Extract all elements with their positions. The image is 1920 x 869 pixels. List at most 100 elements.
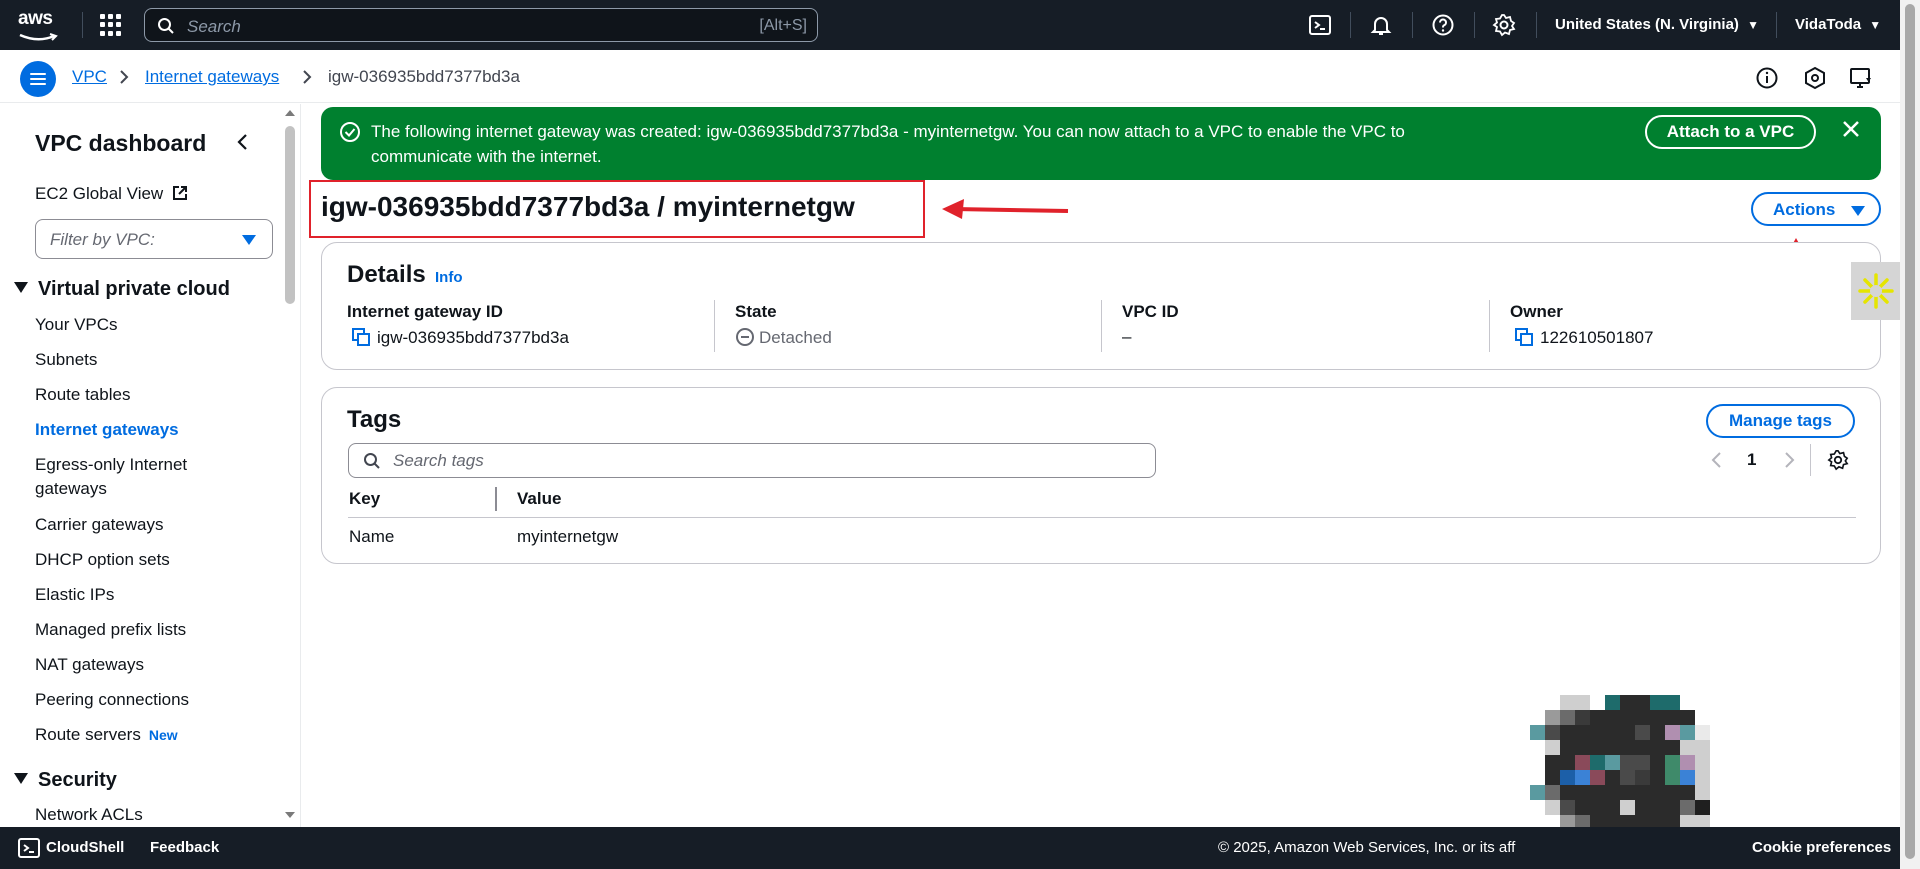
chevron-right-icon [120, 70, 129, 84]
external-link-icon [172, 186, 187, 200]
breadcrumb-internet-gateways[interactable]: Internet gateways [145, 67, 279, 87]
owner-value: 122610501807 [1514, 327, 1653, 348]
cloudshell-link[interactable]: CloudShell [46, 839, 124, 856]
vpc-filter-select[interactable]: Filter by VPC: [35, 219, 273, 259]
copyright-text: © 2025, Amazon Web Services, Inc. or its… [1218, 839, 1516, 856]
bell-icon[interactable] [1369, 13, 1393, 37]
sidebar-divider [300, 104, 301, 827]
igw-id-value: igw-036935bdd7377bd3a [351, 327, 569, 348]
cookie-preferences-link[interactable]: Cookie preferences [1752, 839, 1891, 856]
caret-down-icon [1851, 206, 1865, 216]
vpc-id-label: VPC ID [1122, 302, 1179, 321]
account-menu[interactable]: VidaToda ▼ [1795, 16, 1881, 33]
top-navigation: aws Search [Alt+S] United States (N. Vir… [0, 0, 1920, 50]
sidebar-item-nat-gateways[interactable]: NAT gateways [35, 655, 144, 675]
caret-down-icon [242, 235, 256, 245]
cloudshell-icon[interactable] [18, 838, 40, 858]
search-shortcut: [Alt+S] [759, 17, 807, 34]
sidebar-item-dhcp-option-sets[interactable]: DHCP option sets [35, 550, 170, 570]
close-icon[interactable] [1841, 119, 1861, 139]
owner-label: Owner [1510, 302, 1563, 321]
chevron-down-icon: ▼ [1869, 18, 1882, 32]
tag-value-cell: myinternetgw [517, 527, 619, 546]
search-icon [158, 18, 174, 34]
sidebar-item-network-acls[interactable]: Network ACLs [35, 805, 143, 825]
cloudshell-icon[interactable] [1308, 13, 1332, 37]
feedback-link[interactable]: Feedback [150, 839, 219, 856]
sidebar-item-carrier-gateways[interactable]: Carrier gateways [35, 515, 164, 535]
annotation-arrow [942, 199, 1069, 219]
details-info-link[interactable]: Info [435, 269, 463, 286]
column-header-value[interactable]: Value [517, 489, 561, 509]
console-footer: CloudShell Feedback © 2025, Amazon Web S… [0, 827, 1900, 869]
notifications-panel-icon[interactable] [1849, 66, 1873, 90]
nav-divider [82, 12, 83, 38]
state-label: State [735, 302, 777, 321]
status-stopped-icon [736, 328, 754, 346]
tags-heading: Tags [347, 406, 402, 433]
feedback-widget[interactable] [1851, 262, 1900, 320]
sidebar-item-peering-connections[interactable]: Peering connections [35, 690, 189, 710]
flash-message: The following internet gateway was creat… [371, 122, 1405, 166]
chevron-down-icon: ▼ [1747, 18, 1759, 32]
sidebar-item-internet-gateways[interactable]: Internet gateways [35, 420, 179, 440]
caret-down-icon [14, 282, 28, 293]
help-icon[interactable] [1431, 13, 1455, 37]
tag-key-cell: Name [349, 527, 395, 546]
sidebar-item-subnets[interactable]: Subnets [35, 350, 97, 370]
sidebar-item-route-tables[interactable]: Route tables [35, 385, 130, 405]
sidebar-section-security[interactable]: Security [14, 769, 117, 792]
side-nav-toggle-button[interactable] [20, 61, 56, 97]
aws-logo[interactable]: aws [18, 9, 64, 41]
state-value: Detached [735, 327, 832, 348]
services-grid-icon[interactable] [100, 14, 122, 36]
pagination-current-page[interactable]: 1 [1747, 450, 1756, 470]
chevron-right-icon [303, 70, 312, 84]
success-check-icon [340, 122, 360, 142]
column-header-key[interactable]: Key [349, 489, 380, 509]
copy-icon[interactable] [1514, 327, 1534, 347]
info-panel-icon[interactable] [1755, 66, 1779, 90]
region-selector[interactable]: United States (N. Virginia) ▼ [1555, 16, 1759, 33]
sparkle-icon [1858, 273, 1894, 309]
success-flash-banner: The following internet gateway was creat… [321, 107, 1881, 180]
gear-icon[interactable] [1492, 13, 1516, 37]
redacted-pixel-mosaic [1530, 695, 1710, 830]
page-scrollbar[interactable] [1900, 0, 1920, 869]
copy-icon[interactable] [351, 327, 371, 347]
sidebar-item-your-vpcs[interactable]: Your VPCs [35, 315, 118, 335]
column-resizer[interactable] [495, 487, 497, 511]
attach-to-vpc-button[interactable]: Attach to a VPC [1645, 115, 1816, 149]
hexagon-settings-icon[interactable] [1803, 66, 1827, 90]
pagination-next-icon[interactable] [1782, 450, 1796, 470]
caret-down-icon [14, 773, 28, 784]
igw-id-label: Internet gateway ID [347, 302, 503, 321]
new-badge: New [148, 727, 178, 743]
side-navigation: VPC dashboard EC2 Global View Filter by … [0, 104, 280, 827]
sidebar-item-ec2-global-view[interactable]: EC2 Global View [35, 184, 188, 204]
scroll-up-icon[interactable] [283, 108, 297, 118]
pagination-prev-icon[interactable] [1710, 450, 1724, 470]
scroll-down-icon[interactable] [283, 810, 297, 820]
sidebar-title: VPC dashboard [35, 130, 207, 156]
manage-tags-button[interactable]: Manage tags [1706, 404, 1855, 438]
global-search-input[interactable]: Search [Alt+S] [144, 8, 818, 42]
search-icon [364, 453, 380, 469]
actions-dropdown-button[interactable]: Actions [1751, 192, 1881, 226]
sidebar-section-virtual-private-cloud[interactable]: Virtual private cloud [14, 278, 230, 301]
sidebar-item-route-servers[interactable]: Route servers New [35, 725, 178, 745]
search-placeholder: Search [187, 17, 241, 36]
tags-search-input[interactable]: Search tags [348, 443, 1156, 478]
breadcrumb-bar [0, 50, 1900, 103]
breadcrumb-current: igw-036935bdd7377bd3a [328, 67, 520, 86]
sidebar-item-elastic-ips[interactable]: Elastic IPs [35, 585, 114, 605]
breadcrumb-vpc[interactable]: VPC [72, 67, 107, 87]
sidebar-item-egress-only-internet-gateways[interactable]: Egress-only Internet gateways [35, 455, 187, 499]
page-title: igw-036935bdd7377bd3a / myinternetgw [321, 191, 855, 222]
vpc-id-value: – [1122, 327, 1132, 346]
table-preferences-gear-icon[interactable] [1827, 449, 1849, 471]
sidebar-scrollbar[interactable] [283, 106, 297, 826]
sidebar-item-managed-prefix-lists[interactable]: Managed prefix lists [35, 620, 186, 640]
details-heading: Details [347, 261, 426, 288]
close-sidebar-icon[interactable] [236, 132, 250, 152]
